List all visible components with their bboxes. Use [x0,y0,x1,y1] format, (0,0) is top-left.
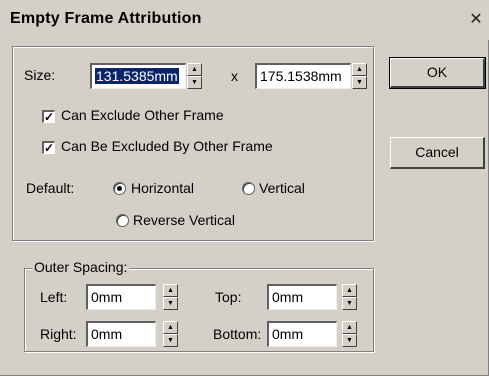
times-symbol: x [231,68,238,84]
right-spacing-input[interactable]: 0mm [86,321,156,347]
radio-vertical-label[interactable]: Vertical [259,180,305,196]
top-spacing-value: 0mm [272,289,304,305]
can-be-excluded-label[interactable]: Can Be Excluded By Other Frame [61,138,273,154]
height-value: 175.1538mm [260,68,342,84]
width-spinner[interactable]: ▲ ▼ [187,63,202,89]
top-spacing-spinner[interactable]: ▲ ▼ [342,284,357,310]
right-spacing-spinner[interactable]: ▲ ▼ [163,321,178,347]
radio-vertical[interactable] [242,182,255,195]
width-value: 131.5385mm [95,68,179,84]
size-label: Size: [24,67,56,83]
radio-horizontal-label[interactable]: Horizontal [131,180,194,196]
spin-up-icon[interactable]: ▲ [163,321,178,334]
left-label: Left: [40,289,68,305]
spin-up-icon[interactable]: ▲ [342,321,357,334]
right-spacing-value: 0mm [91,326,123,342]
empty-frame-attribution-dialog: Empty Frame Attribution ✕ Size: 131.5385… [0,0,489,376]
bottom-spacing-value: 0mm [272,326,304,342]
radio-horizontal[interactable] [113,182,126,195]
top-label: Top: [215,289,242,305]
window-title: Empty Frame Attribution [10,10,202,27]
spin-up-icon[interactable]: ▲ [163,284,178,297]
bottom-spacing-spinner[interactable]: ▲ ▼ [342,321,357,347]
radio-reverse-vertical[interactable] [116,214,129,227]
spin-down-icon[interactable]: ▼ [342,334,357,347]
radio-reverse-vertical-label[interactable]: Reverse Vertical [133,212,235,228]
ok-button[interactable]: OK [389,57,486,89]
spin-down-icon[interactable]: ▼ [163,297,178,310]
top-spacing-input[interactable]: 0mm [267,284,337,310]
height-spinner[interactable]: ▲ ▼ [352,63,367,89]
can-exclude-label[interactable]: Can Exclude Other Frame [61,107,224,123]
height-input[interactable]: 175.1538mm [255,63,351,89]
spin-up-icon[interactable]: ▲ [352,63,367,76]
left-spacing-input[interactable]: 0mm [86,284,156,310]
right-label: Right: [40,326,77,342]
cancel-button[interactable]: Cancel [390,137,485,169]
bottom-label: Bottom: [213,326,262,342]
can-be-excluded-checkbox[interactable]: ✓ [42,141,55,154]
spin-up-icon[interactable]: ▲ [187,63,202,76]
spin-up-icon[interactable]: ▲ [342,284,357,297]
left-spacing-spinner[interactable]: ▲ ▼ [163,284,178,310]
default-label: Default: [26,180,75,196]
spin-down-icon[interactable]: ▼ [342,297,357,310]
spin-down-icon[interactable]: ▼ [352,76,367,89]
close-icon[interactable]: ✕ [467,10,485,30]
left-spacing-value: 0mm [91,289,123,305]
title-bar[interactable]: Empty Frame Attribution ✕ [0,0,489,40]
outer-spacing-title: Outer Spacing: [32,259,130,275]
spin-down-icon[interactable]: ▼ [163,334,178,347]
spin-down-icon[interactable]: ▼ [187,76,202,89]
can-exclude-checkbox[interactable]: ✓ [42,110,55,123]
width-input[interactable]: 131.5385mm [90,63,186,89]
bottom-spacing-input[interactable]: 0mm [267,321,337,347]
